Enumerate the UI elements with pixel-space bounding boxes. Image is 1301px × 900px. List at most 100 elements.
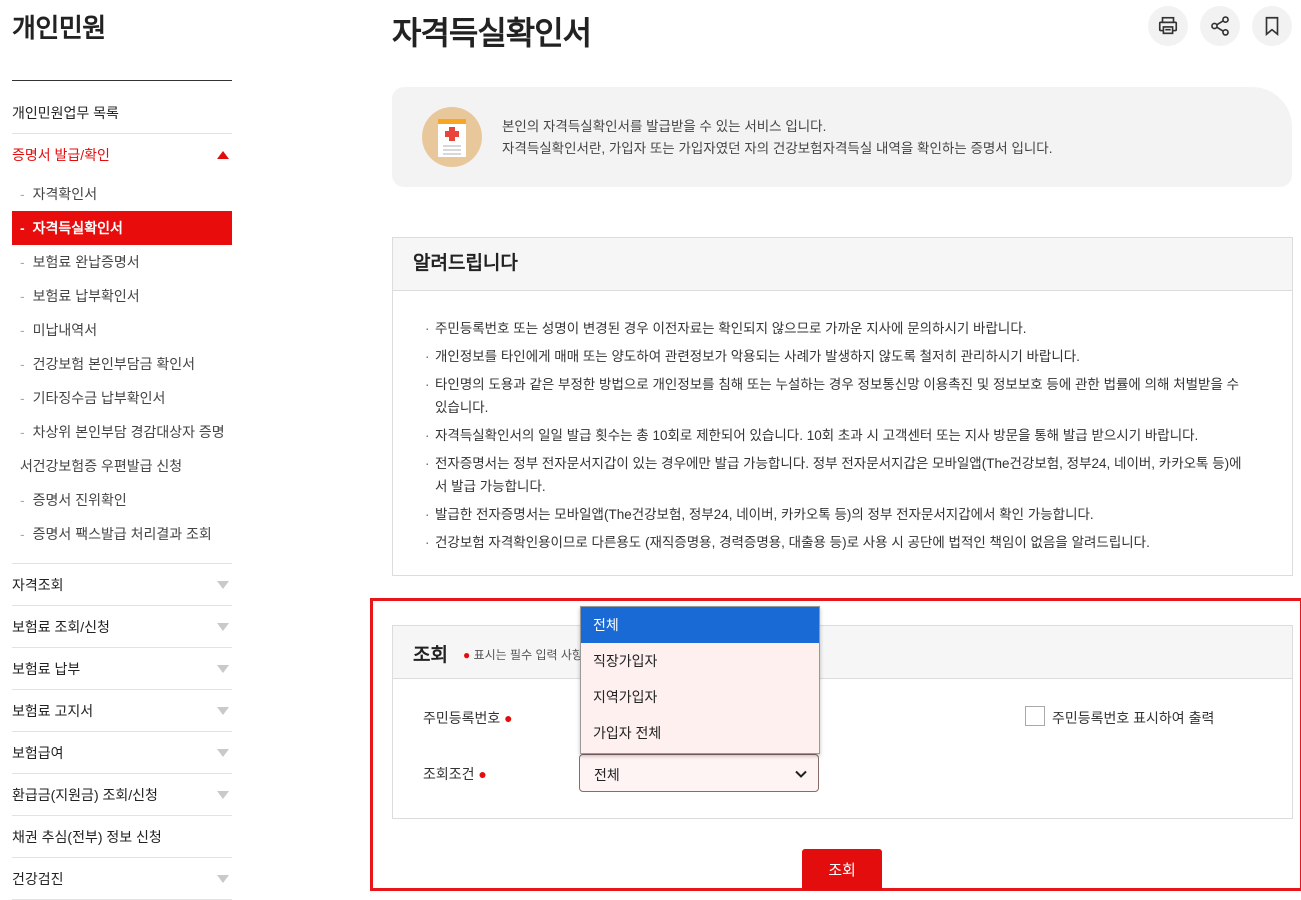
print-button[interactable] (1148, 6, 1188, 46)
sidebar-subitem-label: 건강보험증 우편발급 신청 (32, 458, 183, 474)
sidebar-subitem[interactable]: - 미납내역서 (12, 313, 232, 347)
dash-bullet: - (20, 458, 25, 474)
dropdown-option[interactable]: 지역가입자 (581, 679, 819, 715)
sidebar-section[interactable]: 보험료 조회/신청 (12, 606, 232, 648)
sidebar-subitem[interactable]: - 보험료 완납증명서 (12, 245, 232, 279)
dash-bullet: - (20, 356, 25, 372)
dash-bullet: - (20, 254, 25, 270)
sidebar-subitem[interactable]: - 차상위 본인부담 경감대상자 증명서 (12, 415, 232, 474)
intro-text: 본인의 자격득실확인서를 발급받을 수 있는 서비스 입니다. 자격득실확인서란… (502, 116, 1052, 160)
share-icon (1211, 16, 1229, 36)
intro-line: 본인의 자격득실확인서를 발급받을 수 있는 서비스 입니다. (502, 119, 827, 134)
sidebar-subitem-label: 자격득실확인서 (32, 220, 123, 236)
condition-label: 조회조건 ● (423, 764, 487, 784)
sidebar-section[interactable]: 채권 추심(전부) 정보 신청 (12, 816, 232, 858)
required-hint: ● 표시는 필수 입력 사항 (463, 646, 583, 663)
sidebar-submenu: - 자격확인서 - 자격득실확인서 - 보험료 완납증명서 - 보험료 납부확인서 - 미납내역서… (12, 175, 232, 564)
rrn-label: 주민등록번호 ● (423, 708, 513, 728)
expand-arrow-icon (217, 748, 229, 757)
sidebar-section-certificates[interactable]: 증명서 발급/확인 (12, 134, 232, 175)
dash-bullet: - (20, 288, 25, 304)
rrn-label-text: 주민등록번호 (423, 710, 501, 726)
condition-label-text: 조회조건 (423, 766, 475, 782)
dash-bullet: - (20, 424, 25, 440)
condition-select[interactable]: 전체 (579, 754, 819, 792)
sidebar-subitem[interactable]: - 건강보험증 우편발급 신청 (12, 449, 232, 483)
bookmark-button[interactable] (1252, 6, 1292, 46)
dash-bullet: - (20, 186, 25, 202)
condition-dropdown: 전체 직장가입자 지역가입자 가입자 전체 (580, 606, 820, 754)
sidebar-section[interactable]: 보험급여 (12, 732, 232, 774)
expand-arrow-icon (217, 790, 229, 799)
sidebar-section-label: 보험급여 (12, 744, 64, 761)
notice-list: 주민등록번호 또는 성명이 변경된 경우 이전자료는 확인되지 않으므로 가까운… (393, 291, 1292, 554)
sidebar-section-label: 보험료 고지서 (12, 702, 94, 719)
sidebar-section[interactable]: 환급금(지원금) 조회/신청 (12, 774, 232, 816)
sidebar-section[interactable]: 건강검진 (12, 858, 232, 900)
collapse-arrow-icon (217, 150, 229, 159)
sidebar-menu: 개인민원업무 목록 증명서 발급/확인 - 자격확인서 - 자격득실확인서 - 보험료 완… (12, 92, 232, 900)
expand-arrow-icon (217, 580, 229, 589)
certificate-icon (422, 107, 482, 167)
sidebar-section-label: 건강검진 (12, 870, 64, 887)
sidebar-subitem[interactable]: - 자격득실확인서 (12, 211, 232, 245)
sidebar-item-list[interactable]: 개인민원업무 목록 (12, 92, 232, 134)
intro-line: 자격득실확인서란, 가입자 또는 가입자였던 자의 건강보험자격득실 내역을 확… (502, 141, 1053, 156)
sidebar-subitem[interactable]: - 건강보험 본인부담금 확인서 (12, 347, 232, 381)
dash-bullet: - (20, 220, 25, 236)
sidebar-subitem[interactable]: - 기타징수금 납부확인서 (12, 381, 232, 415)
chevron-down-icon (795, 770, 807, 778)
sidebar-section[interactable]: 보험료 고지서 (12, 690, 232, 732)
sidebar-subitem-label: 기타징수금 납부확인서 (32, 390, 166, 406)
expand-arrow-icon (217, 874, 229, 883)
notice-item: 주민등록번호 또는 성명이 변경된 경우 이전자료는 확인되지 않으므로 가까운… (425, 317, 1252, 340)
notice-title: 알려드립니다 (393, 238, 1292, 291)
dash-bullet: - (20, 492, 25, 508)
sidebar-sections: 자격조회보험료 조회/신청보험료 납부보험료 고지서보험급여환급금(지원금) 조… (12, 564, 232, 900)
notice-item: 발급한 전자증명서는 모바일앱(The건강보험, 정부24, 네이버, 카카오톡… (425, 503, 1252, 526)
search-form: 조회 ● 표시는 필수 입력 사항 주민등록번호 ● 주민등록번호 표시하여 출… (392, 625, 1293, 819)
sidebar-subitem-label: 보험료 완납증명서 (32, 254, 140, 270)
intro-box: 본인의 자격득실확인서를 발급받을 수 있는 서비스 입니다. 자격득실확인서란… (392, 87, 1292, 187)
page-title: 자격득실확인서 (392, 15, 592, 51)
notice-item: 자격득실확인서의 일일 발급 횟수는 총 10회로 제한되어 있습니다. 10회… (425, 424, 1252, 447)
search-title: 조회 (413, 645, 448, 666)
sidebar-subitem[interactable]: - 증명서 진위확인 (12, 483, 232, 517)
search-button[interactable]: 조회 (802, 849, 882, 890)
notice-item: 건강보험 자격확인용이므로 다른용도 (재직증명용, 경력증명용, 대출용 등)… (425, 531, 1252, 554)
expand-arrow-icon (217, 622, 229, 631)
sidebar-section[interactable]: 자격조회 (12, 564, 232, 606)
sidebar-subitem[interactable]: - 자격확인서 (12, 177, 232, 211)
dropdown-option[interactable]: 전체 (581, 607, 819, 643)
sidebar-title: 개인민원 (12, 13, 106, 43)
dash-bullet: - (20, 322, 25, 338)
sidebar-divider (12, 80, 232, 81)
sidebar-subitem-label: 보험료 납부확인서 (32, 288, 140, 304)
share-button[interactable] (1200, 6, 1240, 46)
required-dot: ● (504, 710, 513, 726)
expand-arrow-icon (217, 664, 229, 673)
show-rrn-checkbox[interactable] (1025, 706, 1045, 726)
sidebar-subitem[interactable]: - 보험료 납부확인서 (12, 279, 232, 313)
sidebar-section-label: 자격조회 (12, 576, 64, 593)
required-dot: ● (463, 648, 471, 662)
bookmark-icon (1265, 16, 1279, 37)
dash-bullet: - (20, 526, 25, 542)
sidebar-section[interactable]: 보험료 납부 (12, 648, 232, 690)
print-icon (1158, 16, 1178, 35)
sidebar-section-label: 보험료 조회/신청 (12, 618, 110, 635)
show-rrn-label: 주민등록번호 표시하여 출력 (1052, 710, 1215, 726)
sidebar-subitem-label: 증명서 팩스발급 처리결과 조회 (32, 526, 212, 542)
notice-item: 전자증명서는 정부 전자문서지갑이 있는 경우에만 발급 가능합니다. 정부 전… (425, 452, 1252, 498)
dropdown-option[interactable]: 직장가입자 (581, 643, 819, 679)
sidebar-subitem-label: 증명서 진위확인 (32, 492, 127, 508)
notice-item: 타인명의 도용과 같은 부정한 방법으로 개인정보를 침해 또는 누설하는 경우… (425, 373, 1252, 419)
search-header: 조회 ● 표시는 필수 입력 사항 (393, 626, 1292, 679)
sidebar-subitem-label: 미납내역서 (32, 322, 98, 338)
sidebar-item-label: 개인민원업무 목록 (12, 104, 119, 121)
required-hint-text: 표시는 필수 입력 사항 (473, 648, 583, 662)
sidebar-subitem[interactable]: - 증명서 팩스발급 처리결과 조회 (12, 517, 232, 551)
dropdown-option[interactable]: 가입자 전체 (581, 715, 819, 751)
sidebar-section-label: 채권 추심(전부) 정보 신청 (12, 828, 162, 845)
expand-arrow-icon (217, 706, 229, 715)
